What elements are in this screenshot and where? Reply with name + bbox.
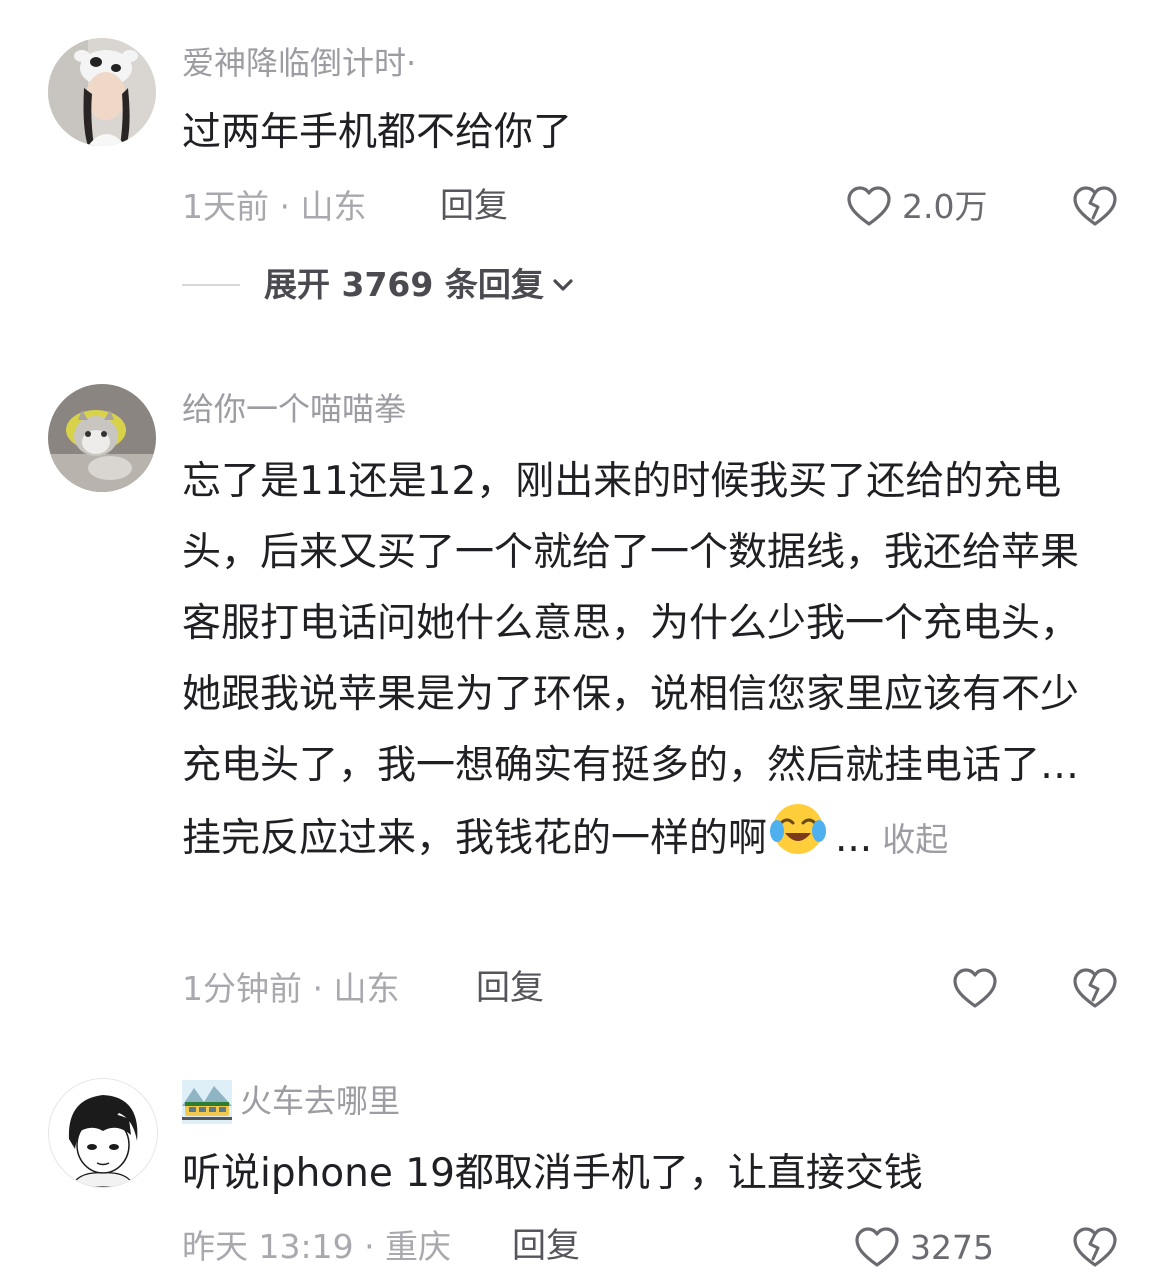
- like-button[interactable]: 2.0万: [846, 185, 987, 227]
- username[interactable]: 火车去哪里: [240, 1085, 400, 1117]
- avatar[interactable]: [48, 384, 156, 492]
- expand-replies-label: 展开 3769 条回复: [264, 265, 544, 304]
- collapse-link[interactable]: 收起: [882, 820, 948, 859]
- comment-text-body: 忘了是11还是12，刚出来的时候我买了还给的充电头，后来又买了一个就给了一个数据…: [182, 459, 1080, 861]
- broken-heart-icon: [1073, 186, 1117, 226]
- chevron-down-icon: [553, 278, 573, 291]
- avatar[interactable]: [48, 1078, 158, 1188]
- like-button[interactable]: [952, 967, 998, 1009]
- dislike-button[interactable]: [1072, 185, 1118, 231]
- heart-outline-icon: [855, 1227, 899, 1267]
- broken-heart-icon: [1073, 968, 1117, 1008]
- broken-heart-icon: [1073, 1227, 1117, 1267]
- dislike-button[interactable]: [1072, 1226, 1118, 1272]
- like-button[interactable]: 3275: [854, 1226, 994, 1268]
- expand-replies-button[interactable]: 展开 3769 条回复: [182, 268, 576, 301]
- comment-text: 忘了是11还是12，刚出来的时候我买了还给的充电头，后来又买了一个就给了一个数据…: [182, 446, 1112, 880]
- comment-text: 过两年手机都不给你了: [182, 110, 573, 155]
- reply-button[interactable]: 回复: [476, 971, 544, 1005]
- like-count: 3275: [910, 1227, 994, 1267]
- divider-line: [182, 283, 240, 286]
- heart-outline-icon: [953, 968, 997, 1008]
- like-count: 2.0万: [902, 186, 988, 226]
- reply-button[interactable]: 回复: [512, 1229, 580, 1263]
- avatar[interactable]: [48, 38, 156, 146]
- heart-outline-icon: [847, 186, 891, 226]
- ellipsis: ...: [835, 816, 873, 861]
- time-location: 1天前 · 山东: [182, 187, 367, 226]
- crying-laughing-emoji: [769, 801, 827, 880]
- time-location: 昨天 13:19 · 重庆: [182, 1227, 452, 1266]
- reply-button[interactable]: 回复: [440, 189, 508, 223]
- dislike-button[interactable]: [1072, 967, 1118, 1013]
- username[interactable]: 爱神降临倒计时·: [182, 47, 416, 79]
- train-emoji: [182, 1080, 232, 1128]
- username[interactable]: 给你一个喵喵拳: [182, 393, 406, 425]
- time-location: 1分钟前 · 山东: [182, 969, 400, 1008]
- comment-text: 听说iphone 19都取消手机了，让直接交钱: [182, 1151, 923, 1196]
